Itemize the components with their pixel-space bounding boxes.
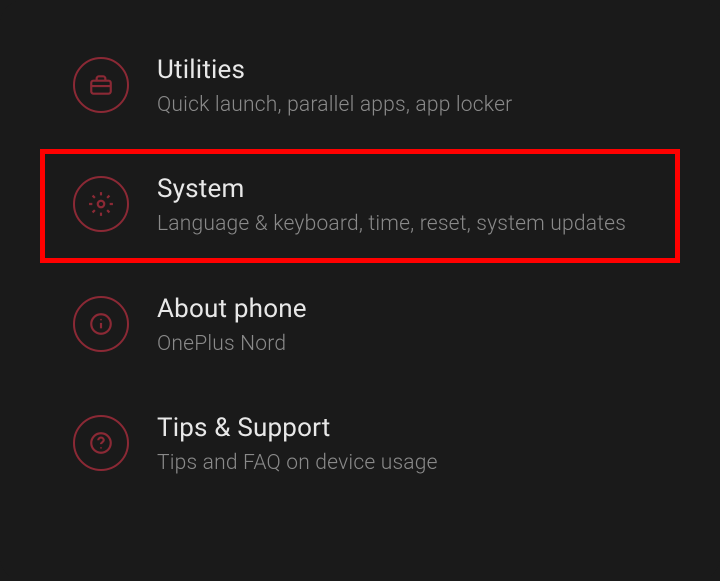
info-icon: [73, 296, 129, 352]
item-text: Tips & Support Tips and FAQ on device us…: [157, 411, 647, 478]
settings-item-about-phone[interactable]: About phone OnePlus Nord: [40, 269, 680, 382]
item-text: System Language & keyboard, time, reset,…: [157, 172, 647, 239]
item-subtitle: Tips and FAQ on device usage: [157, 449, 647, 478]
item-title: Tips & Support: [157, 413, 647, 443]
utilities-icon: [73, 57, 129, 113]
item-title: About phone: [157, 294, 647, 324]
item-title: Utilities: [157, 55, 647, 85]
settings-list: Utilities Quick launch, parallel apps, a…: [0, 0, 720, 581]
settings-item-system[interactable]: System Language & keyboard, time, reset,…: [40, 149, 680, 262]
item-title: System: [157, 174, 647, 204]
settings-item-tips-support[interactable]: Tips & Support Tips and FAQ on device us…: [40, 388, 680, 501]
item-subtitle: Quick launch, parallel apps, app locker: [157, 91, 647, 120]
settings-item-utilities[interactable]: Utilities Quick launch, parallel apps, a…: [40, 30, 680, 143]
item-text: Utilities Quick launch, parallel apps, a…: [157, 53, 647, 120]
item-text: About phone OnePlus Nord: [157, 292, 647, 359]
item-subtitle: OnePlus Nord: [157, 330, 647, 359]
help-icon: [73, 415, 129, 471]
gear-icon: [73, 176, 129, 232]
item-subtitle: Language & keyboard, time, reset, system…: [157, 210, 647, 239]
